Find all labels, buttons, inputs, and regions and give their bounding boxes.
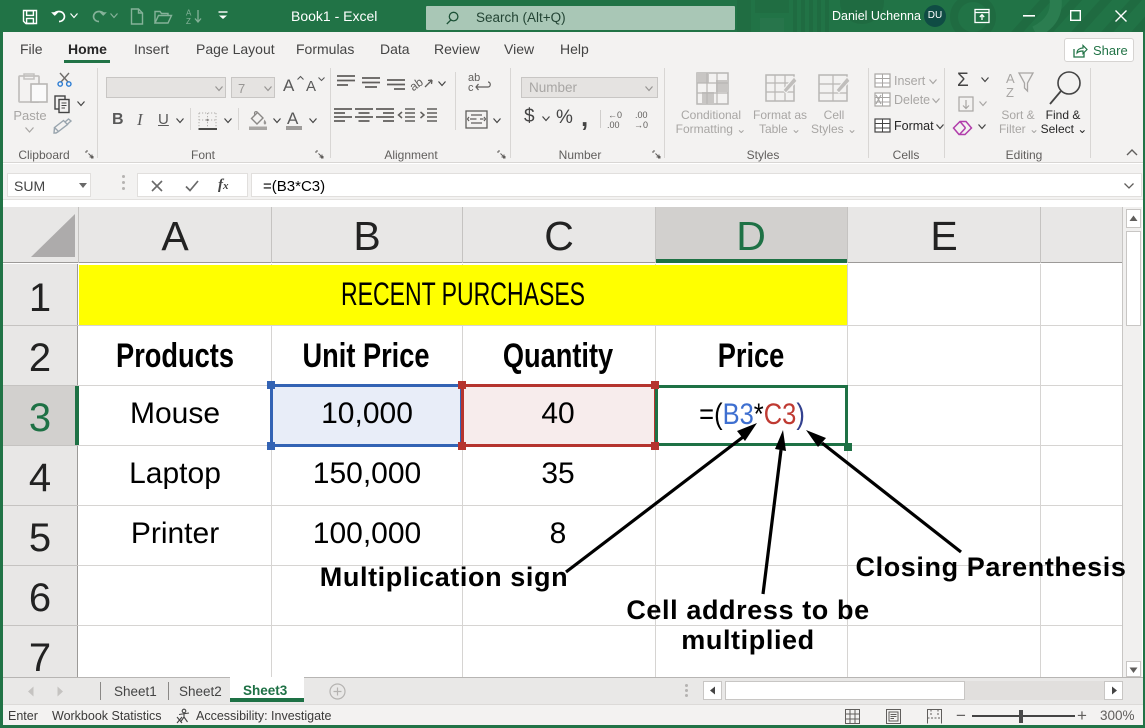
svg-text:.00: .00 bbox=[607, 120, 620, 130]
svg-text:Z: Z bbox=[186, 17, 191, 26]
svg-text:Z: Z bbox=[1006, 85, 1014, 100]
svg-text:.00: .00 bbox=[635, 110, 648, 120]
svg-text:→0: →0 bbox=[634, 120, 648, 130]
svg-text:A: A bbox=[1006, 71, 1015, 86]
svg-text:←0: ←0 bbox=[608, 110, 622, 120]
svg-text:ab: ab bbox=[407, 75, 426, 94]
svg-text:c: c bbox=[468, 82, 474, 94]
